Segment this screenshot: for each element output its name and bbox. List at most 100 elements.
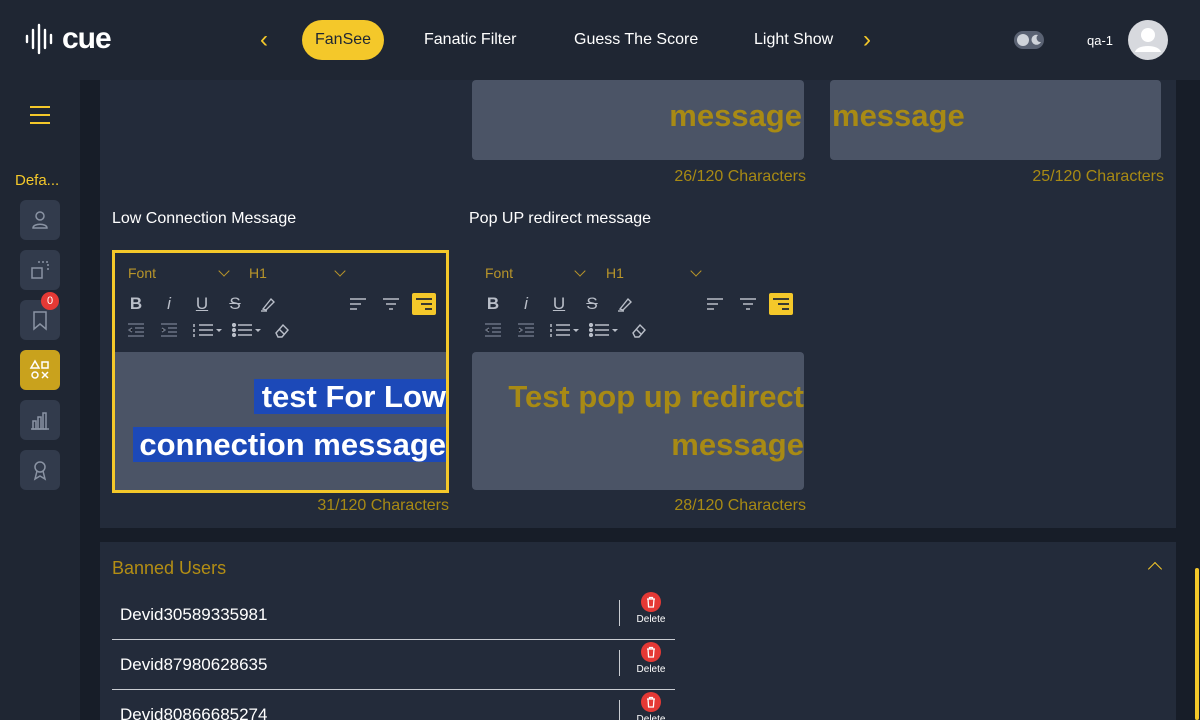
underline-icon[interactable]: U <box>547 293 571 315</box>
trash-icon <box>641 592 661 612</box>
shapes-icon <box>29 359 49 379</box>
sidebar-item-user[interactable] <box>20 200 60 240</box>
banned-users-title: Banned Users <box>112 558 227 578</box>
italic-icon[interactable]: i <box>157 293 181 315</box>
highlighter-icon[interactable] <box>256 293 280 315</box>
char-count-low-connection: 31/120 Characters <box>317 497 449 514</box>
moon-icon <box>1031 34 1041 45</box>
chevron-up-icon[interactable] <box>1147 561 1163 577</box>
eraser-icon[interactable] <box>627 319 651 341</box>
font-select[interactable]: Font <box>485 265 513 281</box>
tab-fanatic-filter[interactable]: Fanatic Filter <box>424 20 516 60</box>
align-right-icon[interactable] <box>412 293 436 315</box>
banned-users-panel: Banned Users Devid30589335981 Delete Dev… <box>100 542 1176 720</box>
username: qa-1 <box>1087 33 1114 48</box>
selected-text-block: test For Low connection message <box>133 373 446 469</box>
underline-icon[interactable]: U <box>190 293 214 315</box>
ordered-list-icon[interactable] <box>549 319 581 341</box>
low-connection-editor: Font H1 B i U S test For Low connection … <box>112 250 449 493</box>
main-content: message 26/120 Characters message 25/120… <box>80 80 1200 720</box>
tab-light-show[interactable]: Light Show <box>754 20 833 60</box>
tab-guess-the-score[interactable]: Guess The Score <box>574 20 698 60</box>
top-bar: cue ‹ FanSee Fanatic Filter Guess The Sc… <box>0 0 1200 80</box>
outdent-icon[interactable] <box>124 319 148 341</box>
indent-icon[interactable] <box>157 319 181 341</box>
delete-label: Delete <box>636 714 666 720</box>
align-left-icon[interactable] <box>346 293 370 315</box>
editor-text-line: message <box>671 427 804 462</box>
bookmark-star-icon <box>33 311 47 331</box>
bullet-list-icon[interactable] <box>588 319 620 341</box>
low-connection-editor-content[interactable]: test For Low connection message <box>115 352 446 490</box>
cue-logo[interactable]: cue <box>24 22 112 56</box>
selected-text-line: connection message <box>133 427 446 462</box>
page-scrollbar[interactable] <box>1195 568 1199 720</box>
sidebar-item-crop[interactable] <box>20 250 60 290</box>
heading-select[interactable]: H1 <box>606 265 624 281</box>
divider <box>619 700 620 720</box>
chevron-down-icon <box>690 265 702 277</box>
ordered-list-icon[interactable] <box>192 319 224 341</box>
banned-username: Devid87980628635 <box>120 655 268 674</box>
popup-redirect-editor-content[interactable]: Test pop up redirect message <box>472 352 804 490</box>
low-connection-title: Low Connection Message <box>112 210 297 227</box>
sidebar-item-bookmark[interactable]: 0 <box>20 292 60 340</box>
editor-text: message <box>832 98 965 133</box>
sidebar-item-stats[interactable] <box>20 400 60 440</box>
strikethrough-icon[interactable]: S <box>580 293 604 315</box>
divider <box>619 650 620 676</box>
theme-toggle[interactable] <box>1014 31 1044 49</box>
logo-text: cue <box>62 22 112 55</box>
delete-label: Delete <box>636 664 666 675</box>
editor-content-top-left[interactable]: message <box>472 80 804 160</box>
nav-next-arrow[interactable]: › <box>857 28 877 52</box>
notification-badge: 0 <box>41 292 59 310</box>
char-count-popup-redirect: 28/120 Characters <box>674 497 806 514</box>
italic-icon[interactable]: i <box>514 293 538 315</box>
banned-user-row: Devid30589335981 Delete <box>112 592 675 640</box>
bullet-list-icon[interactable] <box>231 319 263 341</box>
trash-icon <box>641 692 661 712</box>
popup-redirect-toolbar: Font H1 B i U S <box>472 253 804 352</box>
outdent-icon[interactable] <box>481 319 505 341</box>
messages-panel: message 26/120 Characters message 25/120… <box>100 80 1176 528</box>
nav-prev-arrow[interactable]: ‹ <box>254 28 274 52</box>
delete-button[interactable]: Delete <box>636 592 666 628</box>
divider <box>619 600 620 626</box>
banned-username: Devid30589335981 <box>120 605 268 624</box>
align-left-icon[interactable] <box>703 293 727 315</box>
align-center-icon[interactable] <box>736 293 760 315</box>
avatar[interactable] <box>1128 20 1168 60</box>
hamburger-menu-icon[interactable] <box>30 106 50 124</box>
bold-icon[interactable]: B <box>481 293 505 315</box>
chevron-down-icon <box>574 265 586 277</box>
eraser-icon[interactable] <box>270 319 294 341</box>
align-right-icon[interactable] <box>769 293 793 315</box>
award-icon <box>33 461 47 481</box>
heading-select[interactable]: H1 <box>249 265 267 281</box>
highlighter-icon[interactable] <box>613 293 637 315</box>
char-count-top-right: 25/120 Characters <box>1032 168 1164 185</box>
align-center-icon[interactable] <box>379 293 403 315</box>
sidebar-item-awards[interactable] <box>20 450 60 490</box>
popup-redirect-title: Pop UP redirect message <box>469 210 652 227</box>
sidebar-section-label: Defa... <box>15 172 60 189</box>
tab-fansee[interactable]: FanSee <box>302 20 385 60</box>
banned-user-row: Devid87980628635 Delete <box>112 642 675 690</box>
char-count-top-left: 26/120 Characters <box>674 168 806 185</box>
delete-button[interactable]: Delete <box>636 692 666 720</box>
selected-text-line: test For Low <box>253 379 446 414</box>
delete-button[interactable]: Delete <box>636 642 666 678</box>
sidebar: Defa... 0 <box>0 80 80 720</box>
editor-text-block: Test pop up redirect message <box>508 373 804 469</box>
chevron-down-icon <box>334 265 346 277</box>
bold-icon[interactable]: B <box>124 293 148 315</box>
strikethrough-icon[interactable]: S <box>223 293 247 315</box>
sidebar-item-shapes[interactable] <box>20 350 60 390</box>
font-select[interactable]: Font <box>128 265 156 281</box>
banned-username: Devid80866685274 <box>120 705 268 720</box>
user-icon <box>32 211 48 229</box>
editor-content-top-right[interactable]: message <box>830 80 1161 160</box>
indent-icon[interactable] <box>514 319 538 341</box>
chevron-down-icon <box>218 265 230 277</box>
